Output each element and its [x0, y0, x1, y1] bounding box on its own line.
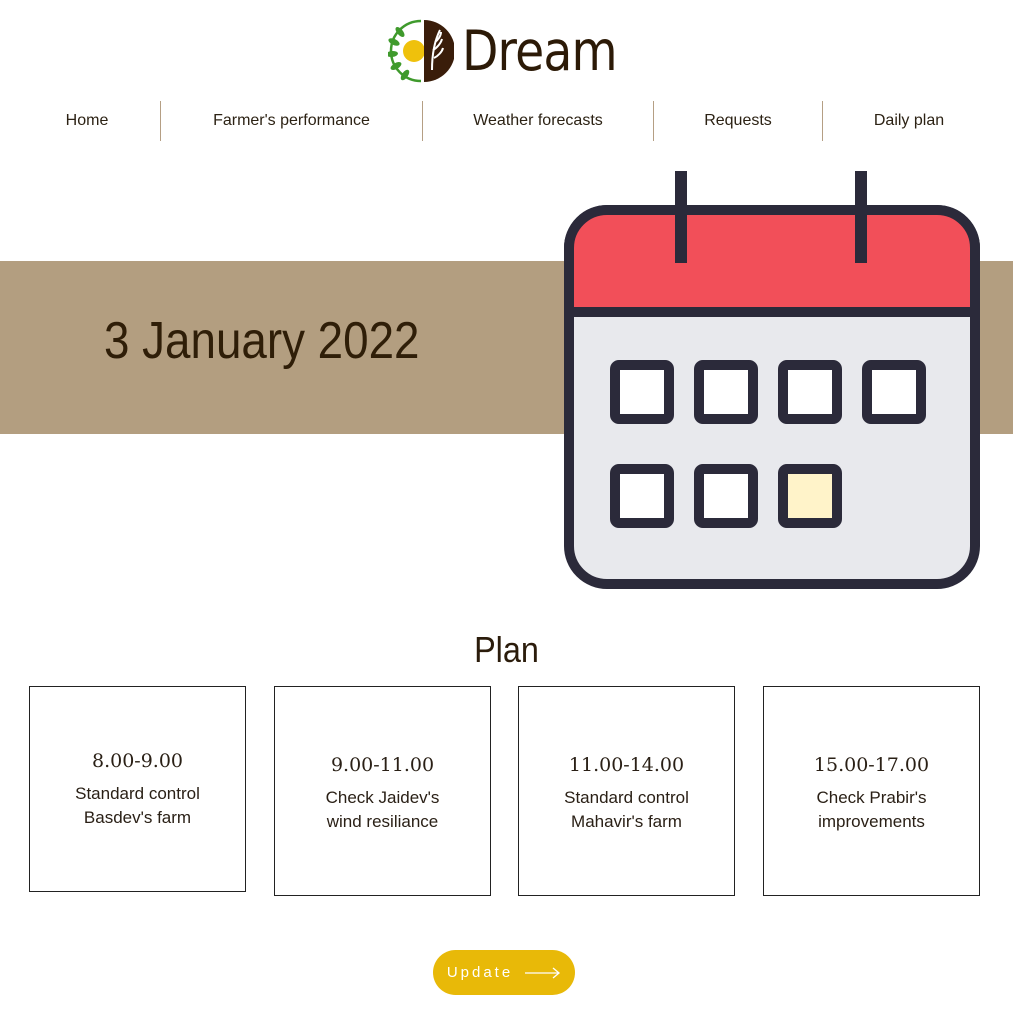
nav-home[interactable]: Home — [14, 101, 160, 141]
nav-requests[interactable]: Requests — [654, 101, 822, 141]
nav-farmers-performance[interactable]: Farmer's performance — [161, 101, 422, 141]
plan-heading: Plan — [474, 629, 539, 670]
wheat-logo-icon — [388, 19, 454, 83]
plan-time: 11.00-14.00 — [568, 754, 685, 776]
calendar-icon — [564, 171, 980, 589]
main-nav: Home Farmer's performance Weather foreca… — [0, 101, 1013, 141]
plan-description: Check Prabir's improvements — [816, 788, 927, 831]
update-button[interactable]: Update — [433, 950, 575, 995]
page-title-date: 3 January 2022 — [104, 312, 420, 370]
nav-weather-forecasts[interactable]: Weather forecasts — [423, 101, 653, 141]
plan-time: 8.00-9.00 — [91, 750, 184, 772]
nav-daily-plan[interactable]: Daily plan — [823, 101, 995, 141]
plan-card: 15.00-17.00 Check Prabir's improvements — [763, 686, 980, 896]
arrow-right-icon — [525, 967, 561, 978]
plan-card: 11.00-14.00 Standard control Mahavir's f… — [518, 686, 735, 896]
plan-card: 9.00-11.00 Check Jaidev's wind resilianc… — [274, 686, 491, 896]
plan-description: Check Jaidev's wind resiliance — [325, 788, 440, 831]
update-button-label: Update — [446, 964, 514, 981]
plan-description: Standard control Basdev's farm — [75, 784, 200, 827]
plan-card: 8.00-9.00 Standard control Basdev's farm — [29, 686, 246, 892]
plan-description: Standard control Mahavir's farm — [564, 788, 689, 831]
brand-name: Dream — [462, 18, 618, 83]
plan-time: 9.00-11.00 — [330, 754, 435, 776]
brand-logo[interactable]: Dream — [388, 16, 642, 86]
plan-time: 15.00-17.00 — [813, 754, 930, 776]
